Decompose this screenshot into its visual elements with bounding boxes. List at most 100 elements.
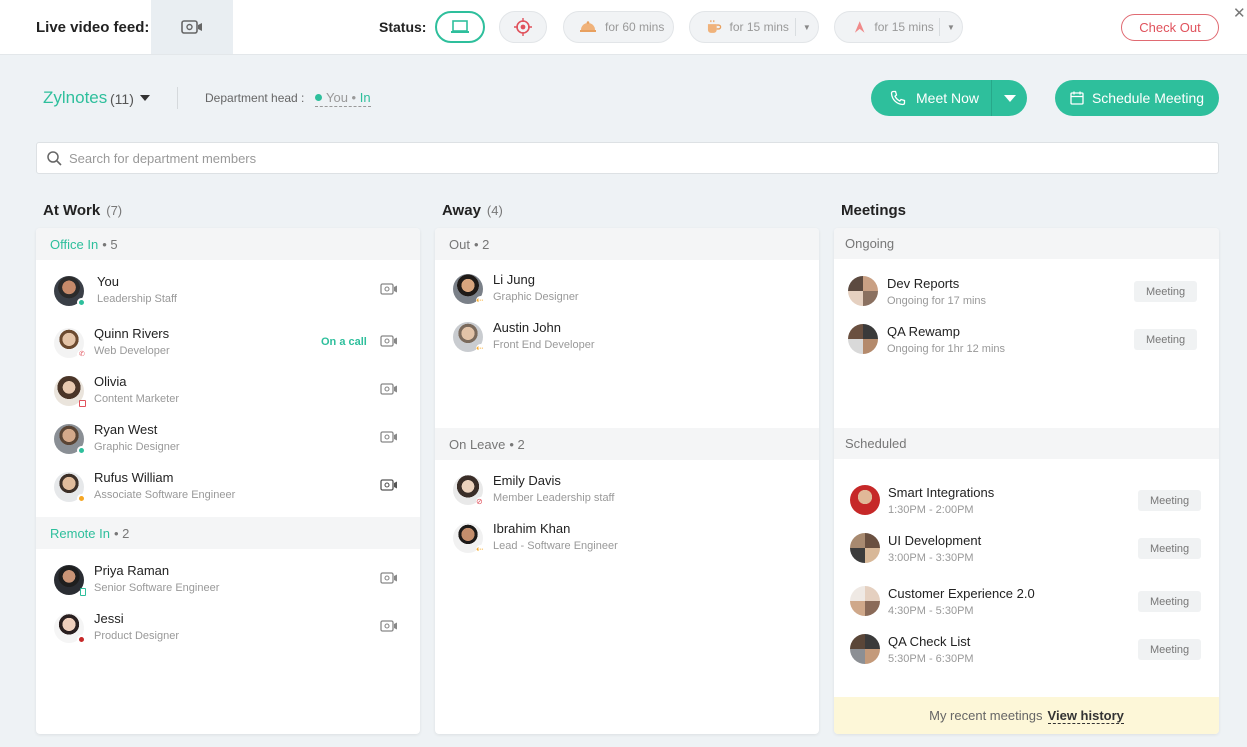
arrow-left-icon: ⇠	[476, 295, 485, 305]
out-header[interactable]: Out • 2	[435, 228, 819, 260]
status-lunch-button[interactable]: for 60 mins	[563, 11, 674, 43]
meeting-row[interactable]: Dev Reports Ongoing for 17 mins Meeting	[848, 276, 1208, 324]
status-working-button[interactable]	[435, 11, 485, 43]
search-icon	[47, 151, 62, 166]
meet-now-dropdown[interactable]	[992, 94, 1027, 102]
avatar: ✆	[54, 328, 86, 359]
away-panel: Out • 2 ⇠ Li Jung Graphic Designer ⇠ Aus…	[435, 228, 819, 734]
video-camera-icon[interactable]	[380, 383, 398, 395]
meeting-badge[interactable]: Meeting	[1138, 591, 1202, 612]
coffee-icon	[707, 20, 722, 33]
close-icon[interactable]: ✕	[1233, 4, 1246, 22]
away-count: (4)	[486, 203, 503, 218]
member-role: Graphic Designer	[493, 291, 579, 303]
avatar	[54, 276, 86, 307]
chevron-down-icon[interactable]: ▼	[794, 18, 818, 36]
status-break-button[interactable]: for 15 mins ▼	[834, 11, 963, 43]
out-count: • 2	[473, 236, 490, 252]
check-out-button[interactable]: Check Out	[1121, 14, 1219, 41]
member-row[interactable]: Priya Raman Senior Software Engineer	[36, 563, 420, 613]
remote-in-header[interactable]: Remote In • 2	[36, 517, 420, 549]
meeting-badge[interactable]: Meeting	[1134, 329, 1198, 350]
at-work-panel: Office In • 5 You Leadership Staff ✆ Qui…	[36, 228, 420, 734]
meeting-time: Ongoing for 17 mins	[887, 295, 987, 307]
meet-now-main[interactable]: Meet Now	[871, 80, 992, 116]
group-avatar	[850, 533, 880, 563]
meeting-name: UI Development	[888, 533, 982, 548]
meeting-badge[interactable]: Meeting	[1138, 490, 1202, 511]
schedule-meeting-button[interactable]: Schedule Meeting	[1055, 80, 1219, 116]
on-leave-header[interactable]: On Leave • 2	[435, 428, 819, 460]
on-leave-count: • 2	[509, 436, 525, 452]
member-row[interactable]: Rufus William Associate Software Enginee…	[36, 470, 420, 520]
meeting-name: QA Rewamp	[887, 324, 960, 339]
office-in-header[interactable]: Office In • 5	[36, 228, 420, 260]
meeting-badge[interactable]: Meeting	[1134, 281, 1198, 302]
member-role: Content Marketer	[94, 393, 179, 405]
view-history-link[interactable]: View history	[1047, 708, 1124, 724]
group-avatar	[850, 485, 880, 515]
chevron-down-icon[interactable]	[140, 95, 150, 101]
status-coffee-button[interactable]: for 15 mins ▼	[689, 11, 819, 43]
member-row[interactable]: ⇠ Ibrahim Khan Lead - Software Engineer	[435, 521, 819, 571]
member-name: Ryan West	[94, 422, 158, 437]
status-break-label: for 15 mins	[874, 20, 934, 34]
meeting-name: Customer Experience 2.0	[888, 586, 1035, 601]
status-dot	[77, 635, 86, 644]
member-row[interactable]: ⇠ Li Jung Graphic Designer	[435, 272, 819, 322]
department-head-value[interactable]: You • In	[315, 90, 371, 107]
laptop-icon	[451, 20, 469, 33]
member-row[interactable]: ⇠ Austin John Front End Developer	[435, 320, 819, 370]
video-camera-icon[interactable]	[380, 335, 398, 347]
search-bar	[36, 142, 1219, 174]
meeting-row[interactable]: QA Check List 5:30PM - 6:30PM Meeting	[850, 634, 1210, 682]
calendar-icon	[79, 400, 86, 407]
away-title-text: Away	[442, 202, 481, 219]
member-row[interactable]: Olivia Content Marketer	[36, 374, 420, 424]
arrow-left-icon: ⇠	[476, 343, 485, 353]
meeting-row[interactable]: QA Rewamp Ongoing for 1hr 12 mins Meetin…	[848, 324, 1208, 372]
meeting-row[interactable]: Smart Integrations 1:30PM - 2:00PM Meeti…	[850, 485, 1210, 533]
member-row[interactable]: ⊘ Emily Davis Member Leadership staff	[435, 473, 819, 523]
on-call-status: On a call	[321, 336, 367, 348]
meeting-badge[interactable]: Meeting	[1138, 538, 1202, 559]
status-focus-button[interactable]	[499, 11, 547, 43]
remote-in-label: Remote In	[50, 525, 110, 541]
video-camera-icon[interactable]	[380, 283, 398, 295]
member-row[interactable]: You Leadership Staff	[36, 274, 420, 324]
meeting-name: Smart Integrations	[888, 485, 995, 500]
live-feed-label: Live video feed:	[36, 19, 150, 36]
status-dot	[77, 494, 86, 503]
group-avatar	[850, 634, 880, 664]
video-camera-icon[interactable]	[380, 572, 398, 584]
avatar: ⇠	[453, 523, 485, 554]
meeting-row[interactable]: Customer Experience 2.0 4:30PM - 5:30PM …	[850, 586, 1210, 634]
video-camera-icon[interactable]	[380, 479, 398, 491]
member-role: Web Developer	[94, 345, 170, 357]
out-label: Out	[449, 236, 470, 252]
department-head-status: In	[359, 90, 371, 105]
department-name[interactable]: Zylnotes	[43, 88, 107, 108]
member-row[interactable]: ✆ Quinn Rivers Web Developer On a call	[36, 326, 420, 376]
member-role: Senior Software Engineer	[94, 582, 220, 594]
meetings-footer: My recent meetings View history	[834, 697, 1219, 734]
live-feed-toggle[interactable]	[151, 0, 233, 54]
status-dot	[315, 94, 322, 101]
meeting-row[interactable]: UI Development 3:00PM - 3:30PM Meeting	[850, 533, 1210, 581]
at-work-title-text: At Work	[43, 202, 101, 219]
divider	[177, 87, 178, 109]
member-row[interactable]: Ryan West Graphic Designer	[36, 422, 420, 472]
avatar: ⇠	[453, 322, 485, 353]
video-camera-icon[interactable]	[380, 431, 398, 443]
video-camera-icon[interactable]	[380, 620, 398, 632]
leave-icon: ⊘	[476, 497, 485, 506]
avatar	[54, 424, 86, 455]
chevron-down-icon[interactable]: ▼	[938, 18, 962, 36]
member-row[interactable]: Jessi Product Designer	[36, 611, 420, 661]
meet-now-button[interactable]: Meet Now	[871, 80, 1027, 116]
group-avatar	[848, 276, 878, 306]
member-name: Austin John	[493, 320, 561, 335]
video-camera-icon	[181, 20, 202, 34]
search-input[interactable]	[69, 143, 1209, 173]
meeting-badge[interactable]: Meeting	[1138, 639, 1202, 660]
